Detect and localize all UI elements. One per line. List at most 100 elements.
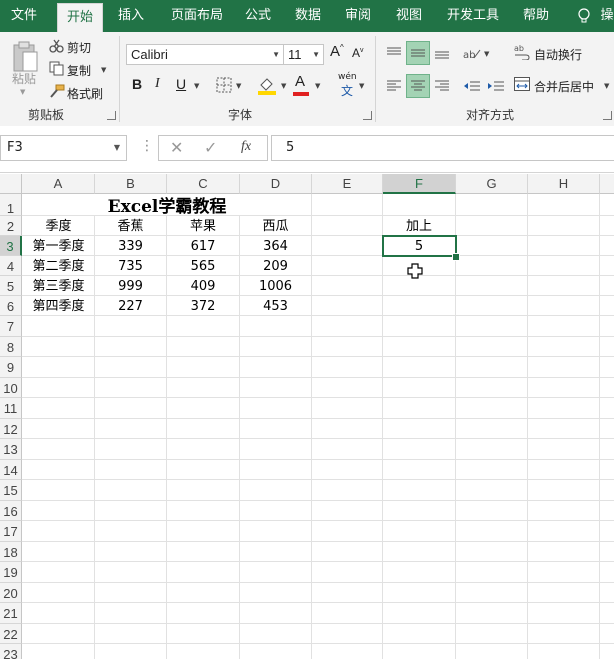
- table-cell[interactable]: 565: [167, 256, 239, 278]
- column-header[interactable]: H: [528, 174, 600, 194]
- decrease-indent-icon[interactable]: [460, 74, 484, 98]
- copy-button[interactable]: 复制: [67, 62, 91, 79]
- table-cell[interactable]: 409: [167, 276, 239, 298]
- name-box[interactable]: F3 ▼: [0, 135, 127, 161]
- tab-file[interactable]: 文件: [0, 0, 48, 32]
- table-cell[interactable]: 364: [240, 236, 311, 258]
- worksheet-grid[interactable]: A B C D E F G H 1 2 3 4 5 6 7 8 9 10 11 …: [0, 174, 614, 659]
- shrink-font-icon[interactable]: Av: [352, 46, 364, 60]
- table-cell[interactable]: 第四季度: [23, 296, 94, 318]
- borders-dropdown-icon[interactable]: ▼: [236, 82, 241, 90]
- row-header[interactable]: 14: [0, 460, 22, 480]
- column-header[interactable]: D: [240, 174, 312, 194]
- row-header[interactable]: 22: [0, 624, 22, 644]
- align-left-icon[interactable]: [382, 74, 406, 98]
- align-bottom-icon[interactable]: [430, 41, 454, 65]
- paste-button[interactable]: 粘贴: [12, 70, 36, 87]
- table-cell[interactable]: 227: [95, 296, 166, 318]
- table-header-cell[interactable]: 西瓜: [240, 216, 311, 238]
- column-header[interactable]: [600, 174, 614, 194]
- wrap-text-button[interactable]: 自动换行: [534, 46, 582, 63]
- row-header[interactable]: 4: [0, 256, 22, 276]
- phonetic-guide-icon[interactable]: 文: [341, 82, 353, 99]
- cancel-icon[interactable]: ✕: [170, 138, 183, 157]
- row-header[interactable]: 9: [0, 357, 22, 378]
- row-header-selected[interactable]: 3: [0, 236, 22, 256]
- row-header[interactable]: 16: [0, 501, 22, 521]
- select-all-corner[interactable]: [0, 174, 22, 194]
- insert-function-icon[interactable]: fx: [241, 139, 251, 155]
- table-cell[interactable]: 617: [167, 236, 239, 258]
- column-header[interactable]: G: [456, 174, 528, 194]
- fill-color-icon[interactable]: [257, 75, 277, 95]
- underline-dropdown-icon[interactable]: ▼: [194, 82, 199, 90]
- table-cell[interactable]: 453: [240, 296, 311, 318]
- row-header[interactable]: 6: [0, 296, 22, 316]
- alignment-launcher-icon[interactable]: [603, 111, 612, 120]
- font-color-icon[interactable]: A: [295, 73, 305, 90]
- tab-insert[interactable]: 插入: [110, 0, 152, 32]
- table-header-cell[interactable]: 香蕉: [95, 216, 166, 238]
- align-middle-icon[interactable]: [406, 41, 430, 65]
- table-cell[interactable]: 999: [95, 276, 166, 298]
- more-options-icon[interactable]: ⋮: [140, 138, 154, 154]
- row-header[interactable]: 5: [0, 276, 22, 296]
- cut-button[interactable]: 剪切: [67, 39, 91, 56]
- table-header-cell[interactable]: 季度: [23, 216, 94, 238]
- column-header[interactable]: E: [312, 174, 383, 194]
- tab-developer[interactable]: 开发工具: [440, 0, 506, 32]
- copy-dropdown-icon[interactable]: ▼: [101, 66, 106, 74]
- fill-handle[interactable]: [452, 253, 460, 261]
- row-header[interactable]: 13: [0, 439, 22, 460]
- tab-help[interactable]: 帮助: [515, 0, 557, 32]
- tab-page-layout[interactable]: 页面布局: [162, 0, 232, 32]
- row-header[interactable]: 20: [0, 583, 22, 603]
- row-header[interactable]: 11: [0, 398, 22, 419]
- row-header[interactable]: 10: [0, 378, 22, 398]
- phonetic-dropdown-icon[interactable]: ▼: [359, 82, 364, 90]
- font-color-dropdown-icon[interactable]: ▼: [315, 82, 320, 90]
- grow-font-icon[interactable]: A^: [330, 43, 344, 60]
- bold-button[interactable]: B: [132, 76, 142, 92]
- paste-dropdown-icon[interactable]: ▼: [20, 88, 25, 96]
- font-name-combo[interactable]: Calibri ▼: [126, 44, 284, 65]
- italic-button[interactable]: I: [155, 76, 160, 92]
- table-cell[interactable]: 735: [95, 256, 166, 278]
- paste-icon[interactable]: [11, 40, 41, 74]
- phonetic-pinyin[interactable]: wén: [338, 72, 357, 82]
- row-header[interactable]: 15: [0, 480, 22, 501]
- lightbulb-icon[interactable]: [578, 8, 590, 24]
- orientation-dropdown-icon[interactable]: ▼: [484, 50, 489, 58]
- table-cell[interactable]: 第二季度: [23, 256, 94, 278]
- column-header-selected[interactable]: F: [383, 174, 456, 194]
- tab-view[interactable]: 视图: [389, 0, 429, 32]
- format-painter-button[interactable]: 格式刷: [67, 85, 103, 102]
- row-header[interactable]: 12: [0, 419, 22, 439]
- table-cell[interactable]: 209: [240, 256, 311, 278]
- table-cell[interactable]: 1006: [240, 276, 311, 298]
- tell-me-search[interactable]: 操: [600, 0, 614, 32]
- row-header[interactable]: 7: [0, 316, 22, 337]
- table-header-cell[interactable]: 苹果: [167, 216, 239, 238]
- enter-icon[interactable]: ✓: [204, 138, 217, 157]
- formula-input[interactable]: 5: [271, 135, 614, 161]
- merge-center-dropdown-icon[interactable]: ▼: [604, 82, 609, 90]
- tab-data[interactable]: 数据: [288, 0, 328, 32]
- borders-icon[interactable]: [216, 77, 232, 93]
- tab-formulas[interactable]: 公式: [238, 0, 278, 32]
- row-header[interactable]: 21: [0, 603, 22, 624]
- row-header[interactable]: 8: [0, 337, 22, 357]
- table-cell[interactable]: 第一季度: [23, 236, 94, 258]
- fill-color-dropdown-icon[interactable]: ▼: [281, 82, 286, 90]
- table-cell[interactable]: 372: [167, 296, 239, 318]
- row-header[interactable]: 23: [0, 644, 22, 659]
- table-cell[interactable]: 339: [95, 236, 166, 258]
- column-header[interactable]: B: [95, 174, 167, 194]
- row-header[interactable]: 18: [0, 542, 22, 562]
- underline-button[interactable]: U: [176, 76, 186, 92]
- column-header[interactable]: A: [22, 174, 95, 194]
- tab-home[interactable]: 开始: [57, 3, 103, 32]
- row-header[interactable]: 19: [0, 562, 22, 583]
- font-launcher-icon[interactable]: [363, 111, 372, 120]
- align-top-icon[interactable]: [382, 41, 406, 65]
